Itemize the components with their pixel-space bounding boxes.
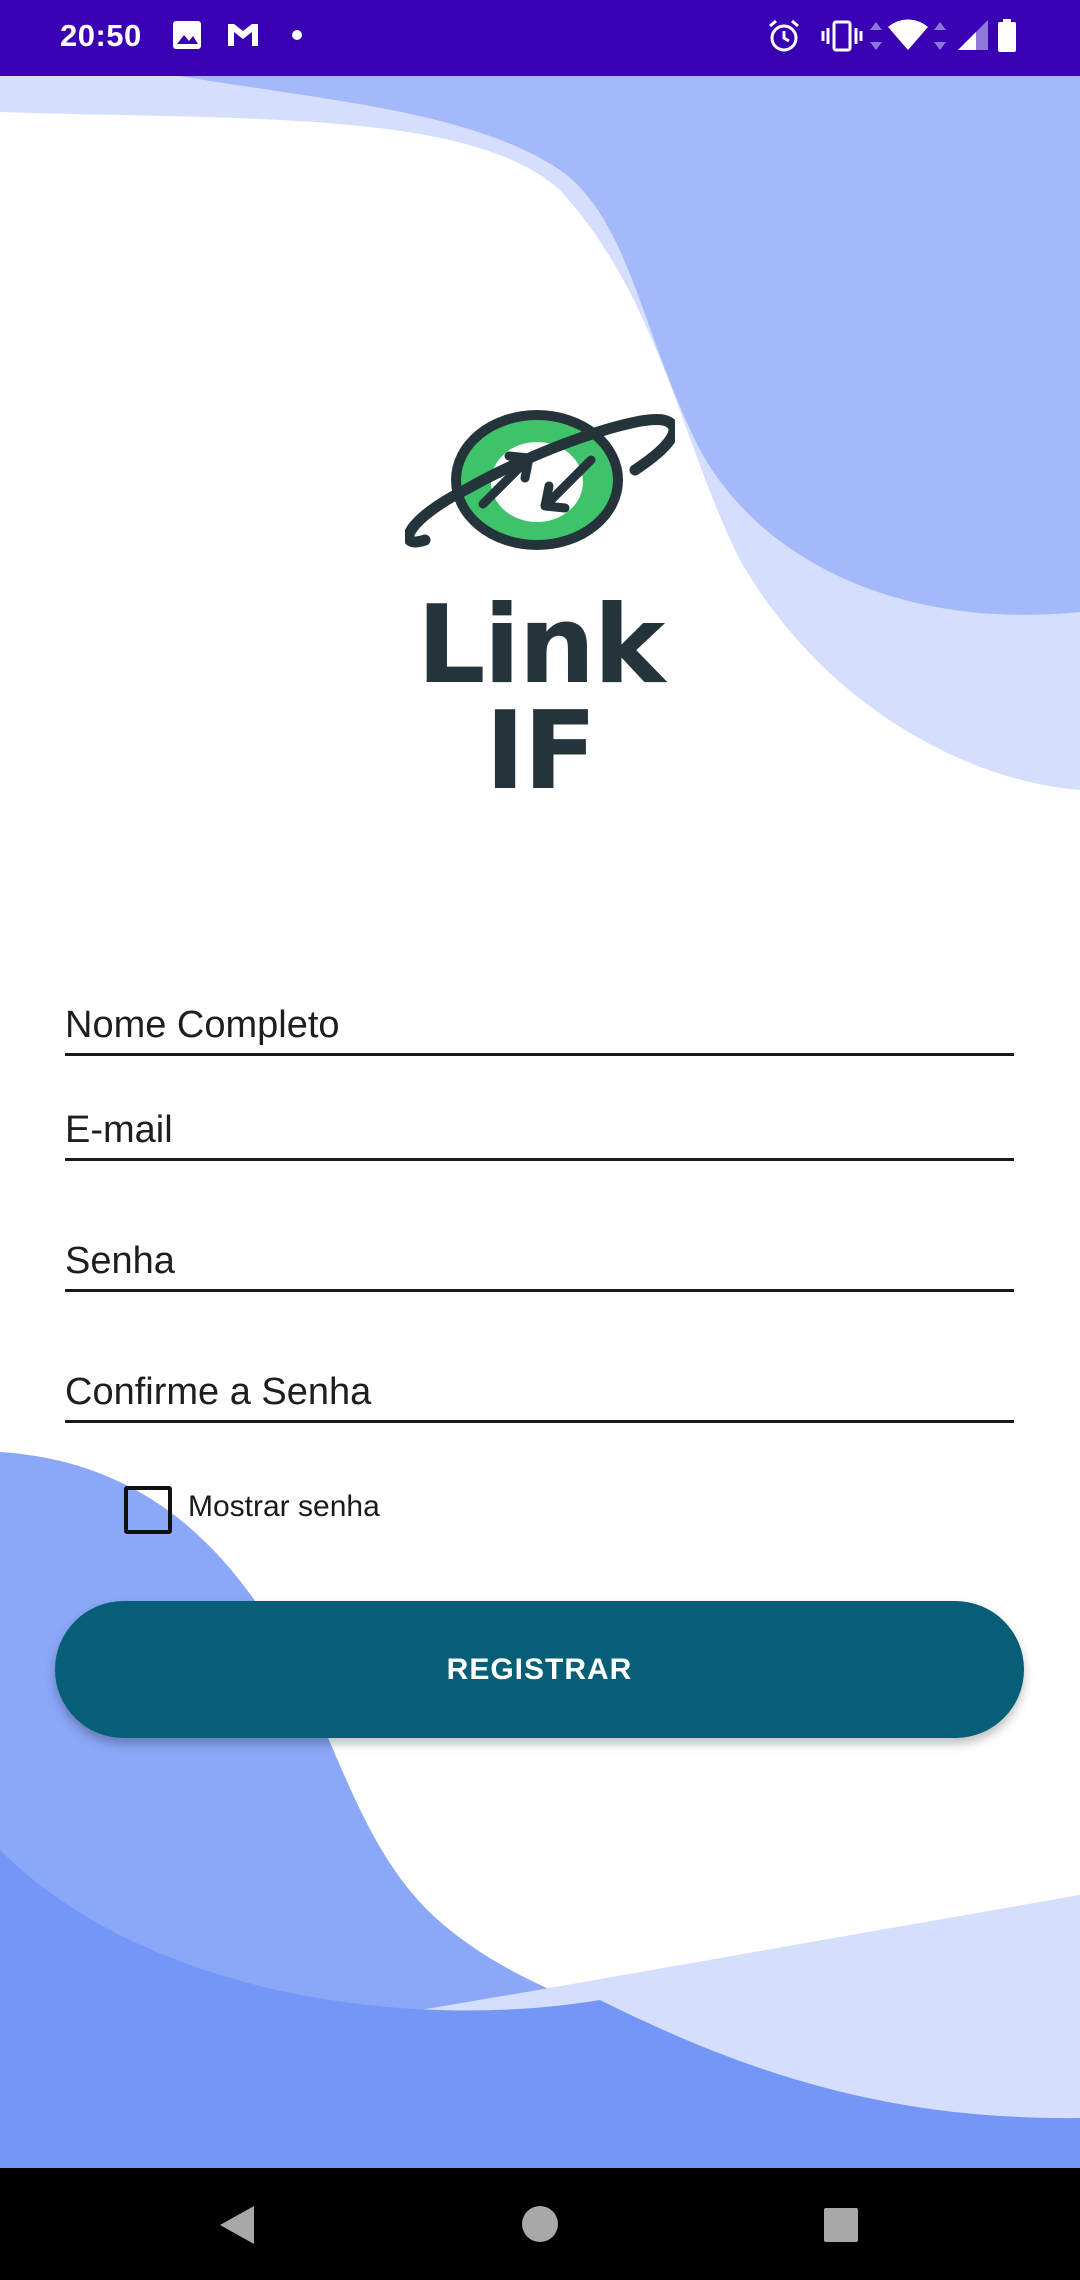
full-name-input[interactable] bbox=[65, 1004, 1014, 1047]
email-input[interactable] bbox=[65, 1109, 1014, 1152]
image-icon bbox=[173, 21, 201, 49]
register-button-label: REGISTRAR bbox=[446, 1652, 633, 1686]
battery-icon bbox=[998, 19, 1016, 52]
status-bar: 20:50 bbox=[0, 0, 1080, 76]
home-icon[interactable] bbox=[520, 2204, 560, 2244]
password-input[interactable] bbox=[65, 1240, 1014, 1283]
vibrate-icon bbox=[821, 20, 863, 52]
status-time: 20:50 bbox=[60, 18, 142, 53]
confirm-password-field[interactable] bbox=[65, 1362, 1014, 1423]
password-field[interactable] bbox=[65, 1231, 1014, 1292]
show-password-checkbox[interactable] bbox=[124, 1486, 172, 1534]
recents-icon[interactable] bbox=[822, 2206, 860, 2244]
data-arrows-icon-2 bbox=[934, 22, 946, 50]
data-arrows-icon bbox=[870, 22, 882, 50]
app-logo: Link IF bbox=[405, 400, 675, 810]
back-icon[interactable] bbox=[214, 2202, 260, 2248]
email-field[interactable] bbox=[65, 1100, 1014, 1161]
confirm-password-input[interactable] bbox=[65, 1371, 1014, 1414]
alarm-icon bbox=[769, 19, 799, 52]
gmail-icon bbox=[228, 24, 258, 46]
register-button[interactable]: REGISTRAR bbox=[55, 1601, 1024, 1738]
planet-logo-icon bbox=[405, 410, 675, 550]
dot-icon bbox=[292, 30, 302, 40]
wifi-icon bbox=[888, 19, 928, 50]
show-password-label[interactable]: Mostrar senha bbox=[188, 1490, 380, 1524]
signal-icon bbox=[958, 20, 988, 50]
logo-text-line2: IF bbox=[485, 689, 597, 814]
navigation-bar bbox=[0, 2168, 1080, 2280]
logo-text-line1: Link bbox=[416, 583, 666, 708]
full-name-field[interactable] bbox=[65, 995, 1014, 1056]
